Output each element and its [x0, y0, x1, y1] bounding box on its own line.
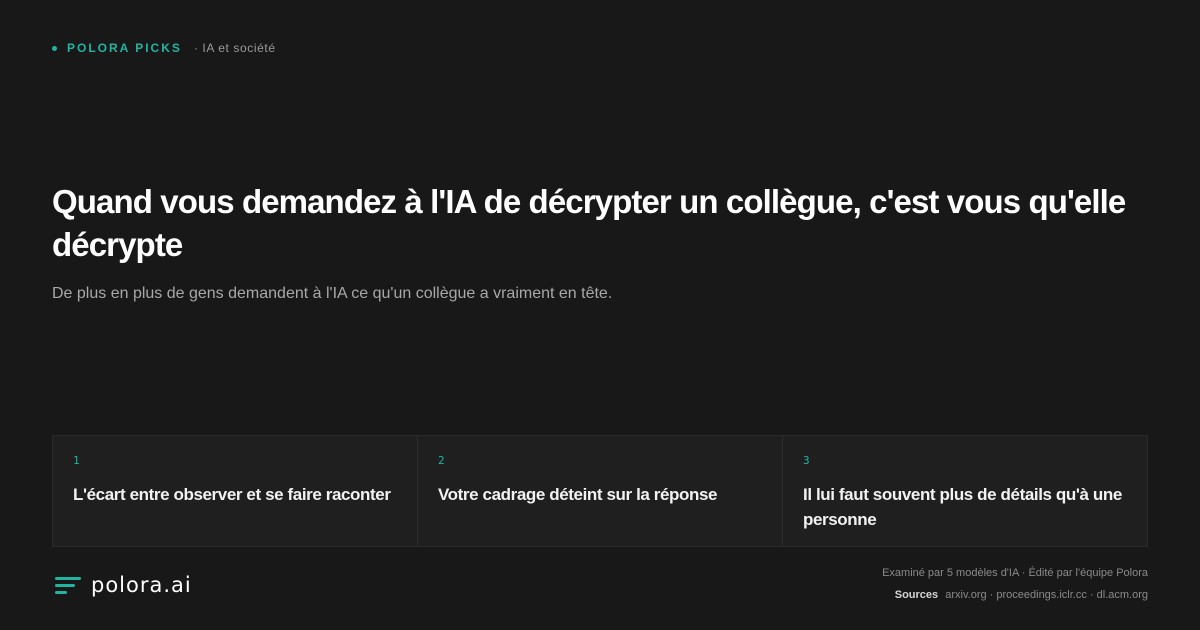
sources-line: Sources arxiv.org · proceedings.iclr.cc …	[882, 584, 1148, 606]
key-point-text: L'écart entre observer et se faire racon…	[73, 485, 391, 504]
key-point-number: 1	[73, 454, 80, 467]
polora-logo-icon	[55, 574, 83, 596]
key-point-card: 3 Il lui faut souvent plus de détails qu…	[783, 436, 1147, 546]
logo-text: polora.ai	[91, 573, 192, 597]
key-point-card: 1 L'écart entre observer et se faire rac…	[53, 436, 418, 546]
category-label[interactable]: · IA et société	[194, 40, 276, 56]
article-subtitle: De plus en plus de gens demandent à l'IA…	[52, 285, 613, 302]
key-point-text: Votre cadrage déteint sur la réponse	[438, 485, 718, 504]
key-point-number: 3	[803, 454, 810, 467]
article-meta: Examiné par 5 modèles d'IA · Édité par l…	[882, 562, 1148, 606]
polora-logo[interactable]: polora.ai	[55, 573, 192, 597]
article-title: Quand vous demandez à l'IA de décrypter …	[52, 183, 1126, 263]
key-points: 1 L'écart entre observer et se faire rac…	[52, 435, 1148, 547]
sources-label: Sources	[894, 589, 939, 601]
review-line: Examiné par 5 modèles d'IA · Édité par l…	[882, 567, 1148, 579]
sources-list[interactable]: arxiv.org · proceedings.iclr.cc · dl.acm…	[945, 589, 1148, 601]
key-point-card: 2 Votre cadrage déteint sur la réponse	[418, 436, 783, 546]
dot-icon	[52, 45, 57, 51]
brand-tag[interactable]: POLORA PICKS	[67, 40, 182, 56]
top-bar: POLORA PICKS · IA et société	[52, 40, 276, 56]
key-point-number: 2	[438, 454, 445, 467]
key-point-text: Il lui faut souvent plus de détails qu'à…	[803, 485, 1122, 529]
